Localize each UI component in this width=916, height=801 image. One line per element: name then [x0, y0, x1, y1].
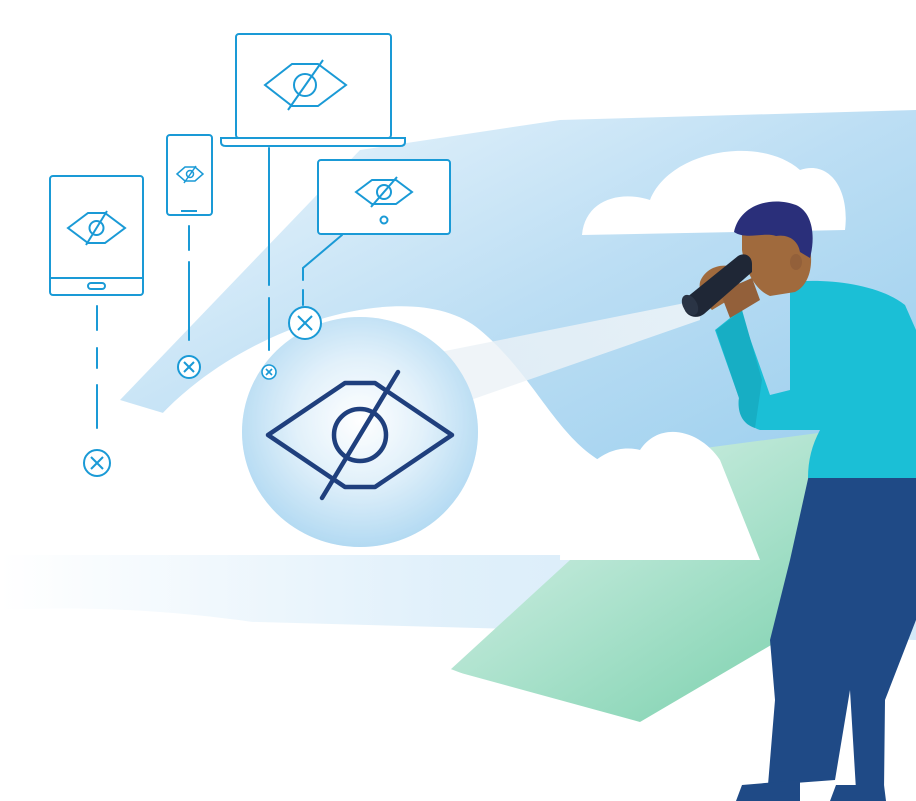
- blocked-marker-laptop: [261, 364, 277, 380]
- blocked-marker-phone: [177, 355, 201, 379]
- laptop-device: [220, 33, 406, 147]
- monitor-device: [317, 159, 451, 235]
- illustration-canvas: [0, 0, 916, 801]
- blocked-marker-monitor: [288, 306, 322, 340]
- phone-device: [166, 134, 213, 216]
- scene-svg: [0, 33, 916, 801]
- blocked-marker-tablet: [83, 449, 111, 477]
- tablet-device: [49, 175, 144, 296]
